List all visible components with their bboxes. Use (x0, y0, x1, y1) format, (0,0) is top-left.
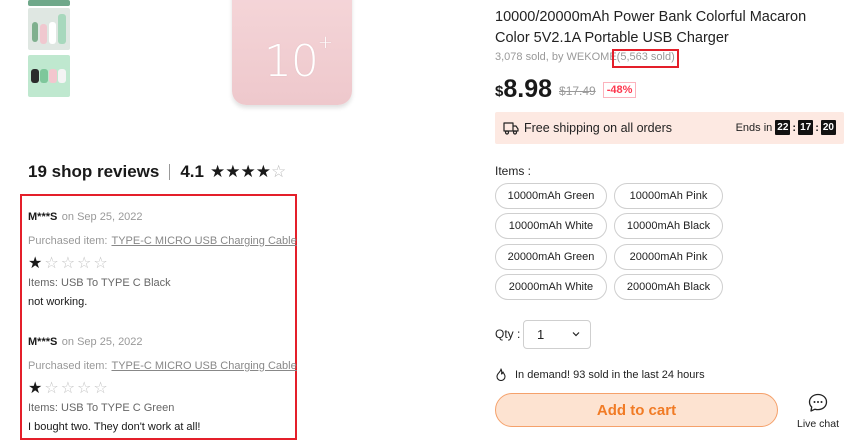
items-label: Items : (495, 164, 532, 178)
option-10000mah-black[interactable]: 10000mAh Black (614, 213, 723, 239)
thumbnail-image[interactable] (28, 8, 70, 50)
price-current: 8.98 (503, 74, 553, 103)
option-20000mah-green[interactable]: 20000mAh Green (495, 244, 607, 270)
option-10000mah-white[interactable]: 10000mAh White (495, 213, 607, 239)
review-item-variant: Items: USB To TYPE C Black (28, 277, 171, 289)
reviews-score: 4.1 (180, 162, 204, 181)
thumbnail-image[interactable] (28, 55, 70, 97)
empty-stars: ☆ (270, 162, 287, 181)
discount-badge: -48% (602, 82, 637, 98)
countdown-minutes: 17 (798, 120, 814, 135)
thumbnail-shape (58, 69, 66, 83)
shipping-text: Free shipping on all orders (524, 121, 672, 135)
review-date: on Sep 25, 2022 (61, 336, 143, 348)
thumbnail-shape (49, 69, 57, 83)
price-currency: $ (495, 82, 504, 100)
countdown-colon: : (815, 121, 819, 134)
countdown-seconds: 20 (820, 120, 836, 135)
price-row: $ 8.98 $17.49 -48% (495, 74, 637, 104)
option-20000mah-black[interactable]: 20000mAh Black (614, 274, 723, 300)
review-item-variant: Items: USB To TYPE C Green (28, 402, 175, 414)
review-date: on Sep 25, 2022 (61, 211, 143, 223)
review-purchased: Purchased item: TYPE-C MICRO USB Charging… (28, 360, 298, 372)
review-rating: ★☆☆☆☆ (28, 253, 298, 273)
review-item: M***S on Sep 25, 2022 Purchased item: TYP… (28, 207, 298, 308)
live-chat-button[interactable]: Live chat (795, 393, 841, 430)
shipping-banner: Free shipping on all orders Ends in 22 :… (495, 112, 844, 144)
sold-highlight-box (612, 49, 679, 68)
filled-stars: ★ (28, 380, 45, 397)
filled-stars: ★★★★ (209, 162, 271, 181)
product-main-image: 10+ (232, 0, 352, 105)
thumbnail-shape (58, 14, 66, 44)
option-20000mah-pink[interactable]: 20000mAh Pink (614, 244, 723, 270)
countdown: Ends in 22 : 17 : 20 (736, 120, 836, 135)
live-chat-label: Live chat (796, 418, 840, 430)
sold-by: 3,078 sold, by WEKOME (495, 51, 617, 63)
reviews-header: 19 shop reviews 4.1 ★★★★☆ (28, 160, 286, 184)
reviews-count: 19 shop reviews (28, 162, 160, 181)
chat-bubble-icon (808, 393, 828, 412)
product-title: 10000/20000mAh Power Bank Colorful Macar… (495, 9, 807, 46)
add-to-cart-button[interactable]: Add to cart (495, 393, 778, 427)
countdown-hours: 22 (775, 120, 791, 135)
review-user: M***S (28, 336, 58, 348)
thumbnail-shape (49, 22, 56, 44)
review-item: M***S on Sep 25, 2022 Purchased item: TYP… (28, 332, 298, 433)
review-rating: ★☆☆☆☆ (28, 378, 298, 398)
purchased-item-link[interactable]: TYPE-C MICRO USB Charging Cable (111, 360, 296, 372)
filled-stars: ★ (28, 255, 45, 272)
thumbnail-shape (32, 22, 38, 42)
truck-icon (503, 122, 519, 135)
chevron-down-icon (572, 332, 580, 337)
option-20000mah-white[interactable]: 20000mAh White (495, 274, 607, 300)
review-text: I bought two. They don't work at all! (28, 421, 201, 433)
demand-notice: In demand! 93 sold in the last 24 hours (495, 368, 705, 381)
thumbnail-shape (40, 24, 47, 44)
countdown-colon: : (792, 121, 797, 134)
thumbnail-shape (31, 69, 39, 83)
empty-stars: ☆☆☆☆ (44, 255, 110, 272)
quantity-select[interactable]: 1 (523, 320, 591, 349)
thumbnail-image[interactable] (28, 0, 70, 6)
product-image-capacity: 10+ (263, 32, 333, 87)
purchased-item-link[interactable]: TYPE-C MICRO USB Charging Cable (111, 235, 296, 247)
rating-stars: ★★★★☆ (210, 162, 286, 182)
quantity-value: 1 (537, 327, 545, 342)
flame-icon (496, 368, 506, 381)
purchased-label: Purchased item: (28, 235, 108, 247)
demand-text: In demand! 93 sold in the last 24 hours (515, 368, 705, 381)
empty-stars: ☆☆☆☆ (44, 380, 110, 397)
countdown-label: Ends in (735, 121, 773, 134)
review-purchased: Purchased item: TYPE-C MICRO USB Charging… (28, 235, 298, 247)
review-text: not working. (28, 296, 88, 308)
purchased-label: Purchased item: (28, 360, 108, 372)
divider (169, 164, 171, 180)
price-original: $17.49 (559, 83, 596, 98)
review-user: M***S (28, 211, 58, 223)
option-10000mah-green[interactable]: 10000mAh Green (495, 183, 607, 209)
qty-label: Qty : (495, 327, 521, 341)
thumbnail-shape (40, 69, 48, 83)
option-10000mah-pink[interactable]: 10000mAh Pink (614, 183, 723, 209)
